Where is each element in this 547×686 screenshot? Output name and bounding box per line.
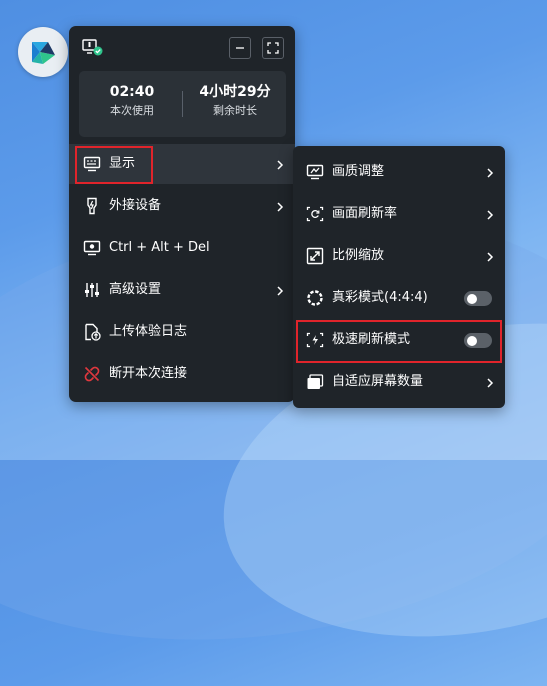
- color-ring-icon: [306, 289, 324, 307]
- fullscreen-icon: [267, 42, 279, 54]
- submenu-item-label: 真彩模式(4:4:4): [332, 290, 428, 305]
- menu-item-label: 断开本次连接: [109, 366, 188, 381]
- session-time: 02:40: [109, 84, 155, 100]
- chevron-right-icon: [275, 283, 285, 297]
- session-label: 本次使用: [110, 104, 154, 117]
- chevron-right-icon: [275, 199, 285, 213]
- minimize-icon: [236, 47, 244, 49]
- chevron-right-icon: [275, 157, 285, 171]
- usb-icon: [83, 197, 101, 215]
- menu-item-external-devices[interactable]: 外接设备: [69, 186, 295, 226]
- menu-item-disconnect[interactable]: 断开本次连接: [69, 354, 295, 394]
- quality-icon: [306, 163, 324, 181]
- chevron-right-icon: [485, 375, 495, 389]
- submenu-item-adaptive-screens[interactable]: 自适应屏幕数量: [293, 361, 505, 403]
- sliders-icon: [83, 281, 101, 299]
- remaining-time: 4小时29分: [199, 84, 271, 100]
- submenu-item-label: 自适应屏幕数量: [332, 374, 424, 389]
- submenu-item-quality[interactable]: 画质调整: [293, 151, 505, 193]
- highlight-box-fast-refresh: [296, 320, 502, 363]
- app-logo-icon: [32, 42, 55, 64]
- chevron-right-icon: [485, 207, 495, 221]
- menu-item-label: 外接设备: [109, 198, 162, 213]
- session-usage: 02:40 本次使用: [82, 83, 182, 120]
- display-submenu: 画质调整 画面刷新率 比例缩放 真彩模式(4:4:4) 极速刷新模式 自适应屏幕…: [293, 146, 505, 408]
- screen-keyboard-icon: [83, 239, 101, 257]
- true-color-toggle[interactable]: [464, 291, 492, 306]
- menu-item-label: Ctrl + Alt + Del: [109, 240, 210, 255]
- chevron-right-icon: [485, 249, 495, 263]
- remaining-usage: 4小时29分 剩余时长: [185, 83, 285, 120]
- usage-divider: [182, 91, 183, 117]
- submenu-item-true-color[interactable]: 真彩模式(4:4:4): [293, 277, 505, 319]
- submenu-item-label: 画质调整: [332, 164, 385, 179]
- multi-screen-icon: [306, 373, 324, 391]
- menu-item-label: 高级设置: [109, 282, 162, 297]
- usage-summary: 02:40 本次使用 4小时29分 剩余时长: [79, 71, 286, 137]
- menu-item-label: 上传体验日志: [109, 324, 188, 339]
- minimize-button[interactable]: [229, 37, 251, 59]
- fullscreen-button[interactable]: [262, 37, 284, 59]
- toggle-knob: [467, 293, 477, 304]
- submenu-item-refresh-rate[interactable]: 画面刷新率: [293, 193, 505, 235]
- app-logo[interactable]: [18, 27, 68, 77]
- upload-log-icon: [83, 323, 101, 341]
- menu-item-advanced-settings[interactable]: 高级设置: [69, 270, 295, 310]
- menu-item-ctrl-alt-del[interactable]: Ctrl + Alt + Del: [69, 228, 295, 268]
- refresh-rate-icon: [306, 205, 324, 223]
- disconnect-icon: [83, 365, 101, 383]
- highlight-box-display: [75, 146, 153, 184]
- chevron-right-icon: [485, 165, 495, 179]
- remaining-label: 剩余时长: [213, 104, 257, 117]
- submenu-item-label: 画面刷新率: [332, 206, 398, 221]
- submenu-item-label: 比例缩放: [332, 248, 385, 263]
- remote-control-panel: 02:40 本次使用 4小时29分 剩余时长 显示 外接设备 Ctrl + Al…: [69, 26, 295, 402]
- menu-item-upload-log[interactable]: 上传体验日志: [69, 312, 295, 352]
- submenu-item-scale[interactable]: 比例缩放: [293, 235, 505, 277]
- scale-icon: [306, 247, 324, 265]
- connection-monitor-icon: [82, 39, 104, 57]
